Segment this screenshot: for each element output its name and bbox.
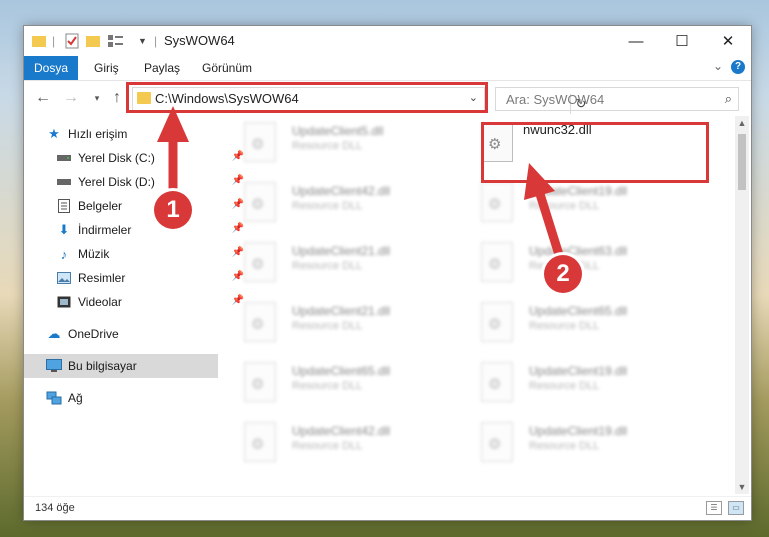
annotation-layer: [157, 106, 565, 260]
arrow-2: [524, 163, 565, 260]
arrow-1: [157, 106, 189, 195]
step-badge-1: 1: [154, 191, 192, 229]
step-badge-2: 2: [544, 255, 582, 293]
